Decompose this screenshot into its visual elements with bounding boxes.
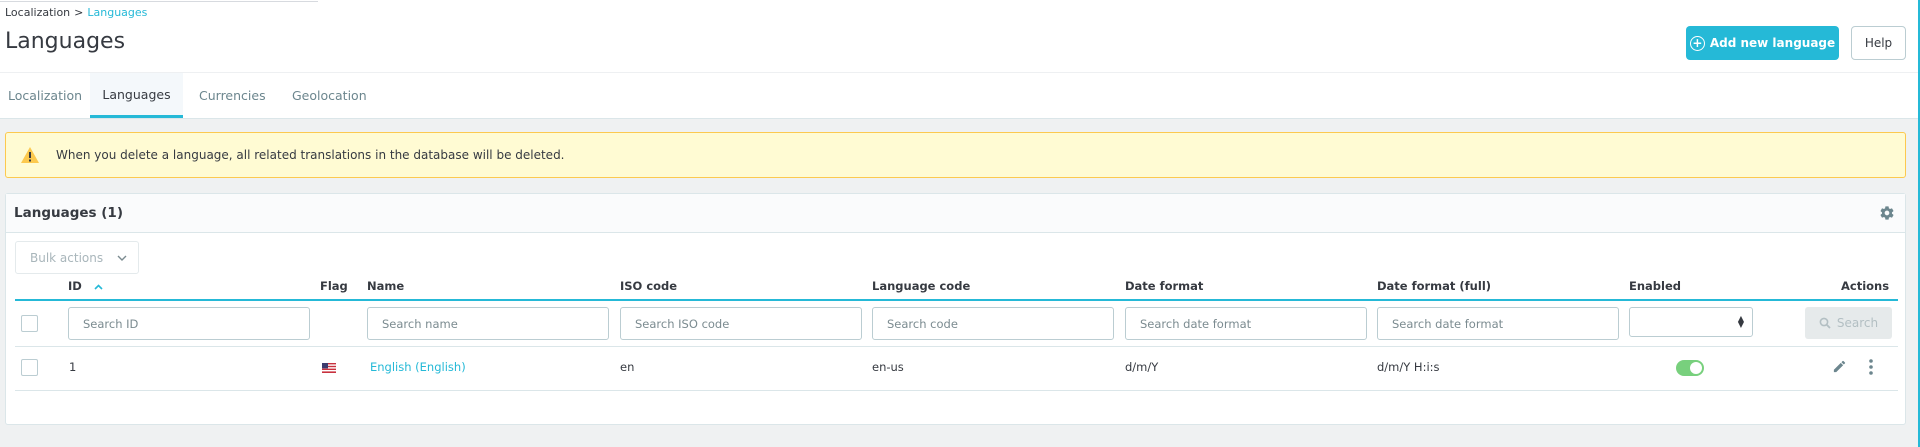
card-header: Languages (1): [6, 194, 1905, 233]
header-underline: [15, 299, 1898, 301]
tabs-divider: [0, 72, 1920, 73]
edit-icon[interactable]: [1832, 359, 1847, 374]
column-header-id[interactable]: ID: [68, 279, 103, 293]
column-header-id-label: ID: [68, 279, 82, 293]
cell-language-code: en-us: [872, 360, 904, 374]
tab-localization[interactable]: Localization: [0, 73, 82, 118]
search-iso-input[interactable]: [620, 307, 862, 340]
warning-icon: [21, 147, 39, 163]
column-header-enabled[interactable]: Enabled: [1629, 279, 1681, 293]
page-header: Localization > Languages Languages + Add n…: [0, 0, 1920, 119]
search-id-input[interactable]: [68, 307, 310, 340]
toggle-knob: [1690, 362, 1702, 374]
column-header-date-format[interactable]: Date format: [1125, 279, 1203, 293]
search-language-code-input[interactable]: [872, 307, 1114, 340]
tab-currencies[interactable]: Currencies: [199, 73, 266, 118]
card-title: Languages (1): [14, 205, 123, 221]
cell-iso: en: [620, 360, 635, 374]
top-bar-stub: [0, 0, 318, 2]
plus-circle-icon: +: [1689, 35, 1705, 51]
us-flag-icon: [322, 363, 336, 373]
search-name-input[interactable]: [367, 307, 609, 340]
alert-message: When you delete a language, all related …: [56, 148, 565, 162]
help-button[interactable]: Help: [1851, 26, 1906, 60]
enabled-filter-select[interactable]: ▲ ▼: [1629, 307, 1753, 337]
breadcrumb-parent[interactable]: Localization: [5, 6, 70, 19]
column-header-name[interactable]: Name: [367, 279, 404, 293]
row-checkbox[interactable]: [21, 359, 38, 376]
page-title: Languages: [5, 29, 126, 54]
more-actions-icon[interactable]: [1868, 358, 1874, 376]
search-date-format-input[interactable]: [1125, 307, 1367, 340]
cell-date-format-full: d/m/Y H:i:s: [1377, 360, 1440, 374]
select-all-checkbox[interactable]: [21, 315, 38, 332]
column-header-iso[interactable]: ISO code: [620, 279, 677, 293]
add-new-language-label: Add new language: [1709, 36, 1836, 50]
cell-name-link[interactable]: English (English): [370, 360, 466, 374]
select-arrows-icon: ▲ ▼: [1737, 314, 1744, 329]
column-header-date-format-full[interactable]: Date format (full): [1377, 279, 1491, 293]
warning-alert: When you delete a language, all related …: [5, 132, 1906, 178]
search-button[interactable]: Search: [1805, 307, 1892, 339]
bulk-actions-label: Bulk actions: [30, 250, 104, 265]
column-header-flag: Flag: [320, 279, 348, 293]
column-header-language-code[interactable]: Language code: [872, 279, 970, 293]
add-new-language-button[interactable]: + Add new language: [1686, 26, 1839, 60]
cell-id: 1: [69, 360, 77, 374]
column-header-actions: Actions: [1841, 279, 1890, 293]
breadcrumb: Localization > Languages: [5, 6, 147, 19]
breadcrumb-separator: >: [74, 6, 84, 19]
breadcrumb-current[interactable]: Languages: [87, 6, 147, 19]
bulk-actions-dropdown[interactable]: Bulk actions: [15, 241, 139, 274]
sort-ascending-icon[interactable]: [94, 284, 103, 290]
search-date-format-full-input[interactable]: [1377, 307, 1619, 340]
search-button-label: Search: [1836, 316, 1879, 330]
tab-languages[interactable]: Languages: [90, 73, 183, 118]
search-icon: [1819, 317, 1831, 329]
cell-date-format: d/m/Y: [1125, 360, 1159, 374]
filter-row-divider: [15, 346, 1898, 347]
enabled-toggle[interactable]: [1676, 360, 1704, 376]
tab-geolocation[interactable]: Geolocation: [292, 73, 367, 118]
chevron-down-icon: [117, 255, 127, 261]
languages-card: Languages (1) Bulk actions ID Flag Name …: [5, 193, 1906, 425]
row-divider: [15, 390, 1898, 391]
gear-icon[interactable]: [1879, 205, 1895, 221]
